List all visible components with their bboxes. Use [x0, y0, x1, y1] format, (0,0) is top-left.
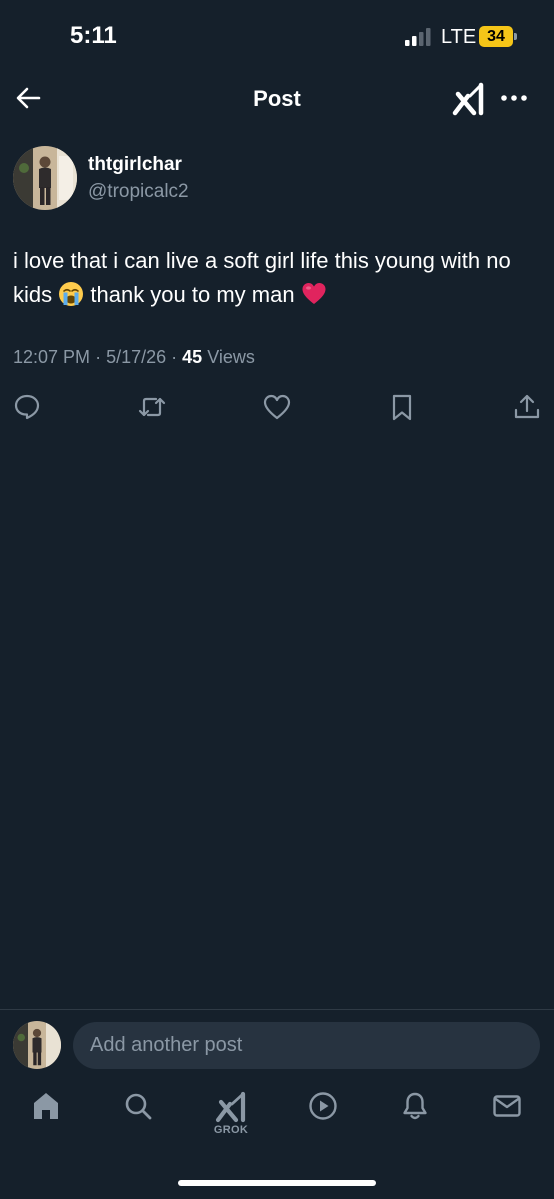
top-nav-bar: Post	[0, 72, 554, 124]
compose-divider	[0, 1009, 554, 1010]
bell-icon	[403, 1092, 427, 1120]
views-label[interactable]: Views	[207, 347, 255, 367]
tab-notifications[interactable]	[392, 1090, 438, 1146]
status-bar: 5:11 LTE 34	[0, 0, 554, 72]
meta-separator: ·	[95, 347, 107, 367]
repost-icon[interactable]	[137, 392, 167, 422]
views-count[interactable]: 45	[182, 347, 202, 367]
tab-home[interactable]	[23, 1090, 69, 1146]
red-heart-icon	[302, 283, 326, 304]
status-time: 5:11	[70, 22, 117, 49]
share-icon[interactable]	[512, 392, 542, 422]
user-avatar[interactable]	[13, 1021, 61, 1069]
reply-icon[interactable]	[12, 392, 42, 422]
tab-grok[interactable]: GROK	[208, 1090, 254, 1146]
battery-level: 34	[487, 28, 505, 45]
more-options-icon[interactable]	[500, 88, 528, 108]
play-icon	[309, 1092, 337, 1120]
grok-icon	[215, 1091, 246, 1123]
post-actions	[0, 392, 554, 424]
home-icon	[34, 1093, 58, 1119]
add-another-post-input[interactable]	[73, 1022, 540, 1069]
author-avatar[interactable]	[13, 146, 77, 210]
battery-icon: 34	[479, 26, 517, 47]
post-text: i love that i can live a soft girl life …	[13, 244, 541, 312]
tab-video[interactable]	[300, 1090, 346, 1146]
author-handle[interactable]: @tropicalc2	[88, 181, 189, 203]
bottom-tab-bar: GROK	[0, 1090, 554, 1150]
home-indicator[interactable]	[178, 1180, 376, 1186]
grok-icon[interactable]	[452, 82, 486, 116]
tab-messages[interactable]	[484, 1090, 530, 1146]
post-text-part-2: thank you to my man	[90, 282, 295, 307]
like-icon[interactable]	[262, 392, 292, 422]
loudly-crying-face-icon	[59, 282, 84, 306]
author-display-name[interactable]: thtgirlchar	[88, 154, 182, 176]
grok-label: GROK	[213, 1124, 249, 1136]
network-type: LTE	[441, 26, 477, 48]
post-meta: 12:07 PM · 5/17/26 · 45 Views	[13, 347, 255, 368]
post-time: 12:07 PM	[13, 347, 91, 367]
mail-icon	[493, 1095, 521, 1117]
post-date: 5/17/26	[106, 347, 167, 367]
meta-separator: ·	[171, 347, 183, 367]
tab-search[interactable]	[115, 1090, 161, 1146]
post-detail-screen: 5:11 LTE 34 Post thtgirlchar @tropicalc2…	[0, 0, 554, 1199]
signal-strength-icon	[405, 28, 431, 46]
search-icon	[125, 1093, 152, 1120]
bookmark-icon[interactable]	[387, 392, 417, 422]
